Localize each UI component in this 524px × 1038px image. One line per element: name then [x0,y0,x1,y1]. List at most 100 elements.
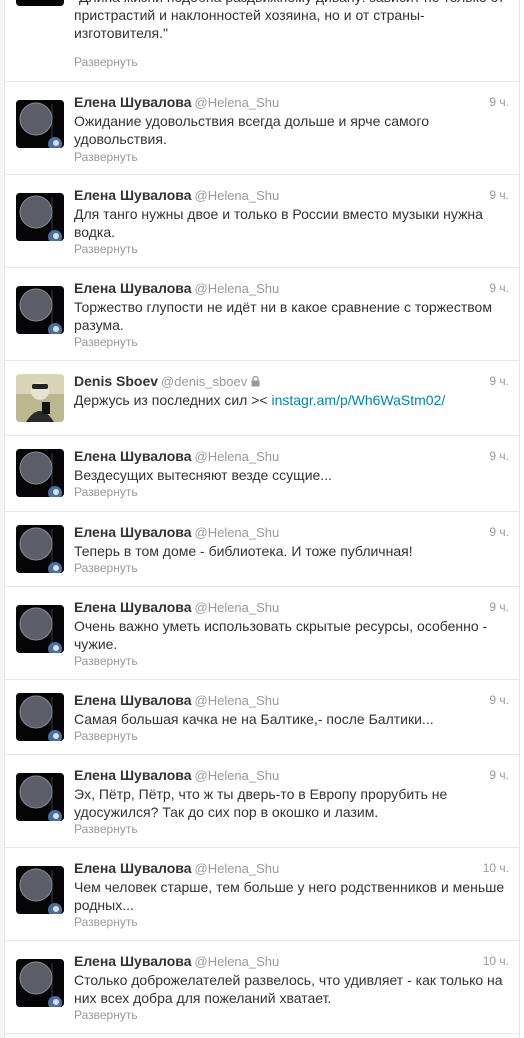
tweet-text: Держусь из последних сил >< instagr.am/p… [74,392,446,408]
tweet-item[interactable]: Елена Шувалова @Helena_Shu 10 ч. Столько … [5,941,519,1034]
tweet-time[interactable]: 9 ч. [489,598,509,616]
expand-link[interactable]: Развернуть [74,728,138,744]
tweet-header: Елена Шувалова @Helena_Shu 9 ч. [74,598,509,616]
expand-link[interactable]: Развернуть [74,334,138,350]
tweet-item[interactable]: Елена Шувалова @Helena_Shu 10 ч. Чем чело… [5,848,519,941]
author-handle[interactable]: @Helena_Shu [195,449,280,464]
tweet-item[interactable]: Елена Шувалова @Helena_Shu 9 ч. Для танго… [5,175,519,268]
author-handle[interactable]: @denis_sboev [161,374,247,389]
instagram-link[interactable]: instagr.am/p/Wh6WaStm02/ [271,392,445,408]
author-handle[interactable]: @Helena_Shu [195,600,280,615]
tweet-time[interactable]: 9 ч. [489,447,509,465]
tweet-time[interactable]: 10 ч. [483,952,509,970]
expand-link[interactable]: Развернуть [74,241,138,257]
tweet-text: Чем человек старше, тем больше у него ро… [74,879,505,913]
tweet-time[interactable]: 9 ч. [489,691,509,709]
tweet-text: Самая большая качка не на Балтике,- посл… [74,711,434,727]
author-name[interactable]: Елена Шувалова [74,187,192,203]
author-handle[interactable]: @Helena_Shu [195,861,280,876]
tweet-header: Елена Шувалова @Helena_Shu 9 ч. [74,186,509,204]
tweet-text: Очень важно уметь использовать скрытые р… [74,618,488,652]
author-name[interactable]: Елена Шувалова [74,94,192,110]
tweet-header: Елена Шувалова @Helena_Shu 9 ч. [74,93,509,111]
avatar[interactable] [16,193,64,241]
expand-link[interactable]: Развернуть [74,914,138,930]
tweet-time[interactable]: 9 ч. [489,523,509,541]
author-name[interactable]: Елена Шувалова [74,280,192,296]
tweet-time[interactable]: 9 ч. [489,372,509,390]
avatar[interactable] [16,286,64,334]
tweet-timeline[interactable]: "Длина жизни подобна раздвижному дивану:… [4,0,520,1038]
author-name[interactable]: Елена Шувалова [74,692,192,708]
avatar[interactable] [16,693,64,741]
author-name[interactable]: Елена Шувалова [74,860,192,876]
author-handle[interactable]: @Helena_Shu [195,954,280,969]
twitter-page: "Длина жизни подобна раздвижному дивану:… [0,0,524,1038]
avatar[interactable] [16,449,64,497]
author-handle[interactable]: @Helena_Shu [195,693,280,708]
tweet-header: Елена Шувалова @Helena_Shu 9 ч. [74,447,509,465]
tweet-time[interactable]: 9 ч. [489,93,509,111]
author-name[interactable]: Елена Шувалова [74,524,192,540]
avatar[interactable] [16,959,64,1007]
avatar[interactable] [16,605,64,653]
tweet-time[interactable]: 9 ч. [489,279,509,297]
avatar[interactable] [16,374,64,422]
tweet-item[interactable]: Denis Sboev @denis_sboev 9 ч. Держусь из … [5,361,519,436]
tweet-text: Для танго нужны двое и только в России в… [74,206,483,240]
expand-link[interactable]: Развернуть [74,821,138,837]
tweet-time[interactable]: 9 ч. [489,766,509,784]
author-name[interactable]: Елена Шувалова [74,953,192,969]
avatar[interactable] [16,866,64,914]
tweet-text: Эх, Пётр, Пётр, что ж ты дверь-то в Евро… [74,786,448,820]
expand-link[interactable]: Развернуть [74,653,138,669]
author-handle[interactable]: @Helena_Shu [195,768,280,783]
lock-icon [251,376,260,387]
space-planet-icon [16,449,64,497]
tweet-header: Елена Шувалова @Helena_Shu 9 ч. [74,523,509,541]
tweet-time[interactable]: 9 ч. [489,186,509,204]
tweet-text: Столько доброжелателей развелось, что уд… [74,972,503,1006]
author-name[interactable]: Елена Шувалова [74,448,192,464]
tweet-header: Елена Шувалова @Helena_Shu 9 ч. [74,279,509,297]
tweet-header: Елена Шувалова @Helena_Shu 10 ч. [74,952,509,970]
tweet-item[interactable]: Елена Шувалова @Helena_Shu 9 ч. Очень важ… [5,587,519,680]
expand-link[interactable]: Развернуть [74,149,138,165]
author-handle[interactable]: @Helena_Shu [195,95,280,110]
tweet-item[interactable]: Елена Шувалова @Helena_Shu 9 ч. Эх, Пётр,… [5,755,519,848]
expand-link[interactable]: Развернуть [74,1007,138,1023]
tweet-text: Вездесущих вытесняют везде ссущие... [74,467,332,483]
author-name[interactable]: Denis Sboev [74,373,158,389]
tweet-time[interactable]: 10 ч. [483,859,509,877]
expand-link[interactable]: Развернуть [74,54,138,70]
tweet-item[interactable]: Елена Шувалова @Helena_Shu 9 ч. Ожидание … [5,82,519,175]
tweet-item[interactable]: Елена Шувалова @Helena_Shu 9 ч. Вездесущи… [5,436,519,512]
tweet-text: Ожидание удовольствия всегда дольше и яр… [74,113,430,147]
author-handle[interactable]: @Helena_Shu [195,281,280,296]
author-name[interactable]: Елена Шувалова [74,599,192,615]
avatar[interactable] [16,0,64,6]
tweet-item[interactable]: "Длина жизни подобна раздвижному дивану:… [5,0,519,82]
avatar[interactable] [16,100,64,148]
author-handle[interactable]: @Helena_Shu [195,525,280,540]
space-planet-icon [16,193,64,241]
space-planet-icon [16,693,64,741]
expand-link[interactable]: Развернуть [74,484,138,500]
space-planet-icon [16,525,64,573]
author-name[interactable]: Елена Шувалова [74,767,192,783]
tweet-item[interactable]: Елена Шувалова @Helena_Shu 9 ч. Теперь в … [5,512,519,587]
tweet-header: Елена Шувалова @Helena_Shu 10 ч. [74,859,509,877]
author-handle[interactable]: @Helena_Shu [195,188,280,203]
tweet-text: Теперь в том доме - библиотека. И тоже п… [74,543,413,559]
avatar[interactable] [16,773,64,821]
space-planet-icon [16,959,64,1007]
tweet-text: "Длина жизни подобна раздвижному дивану:… [74,0,504,41]
person-photo-icon [16,374,64,422]
expand-link[interactable]: Развернуть [74,560,138,576]
tweet-item[interactable]: Елена Шувалова @Helena_Shu 9 ч. Самая бол… [5,680,519,755]
avatar[interactable] [16,525,64,573]
space-planet-icon [16,866,64,914]
tweet-text: Торжество глупости не идёт ни в какое ср… [74,299,492,333]
space-planet-icon [16,773,64,821]
tweet-item[interactable]: Елена Шувалова @Helena_Shu 9 ч. Торжество… [5,268,519,361]
